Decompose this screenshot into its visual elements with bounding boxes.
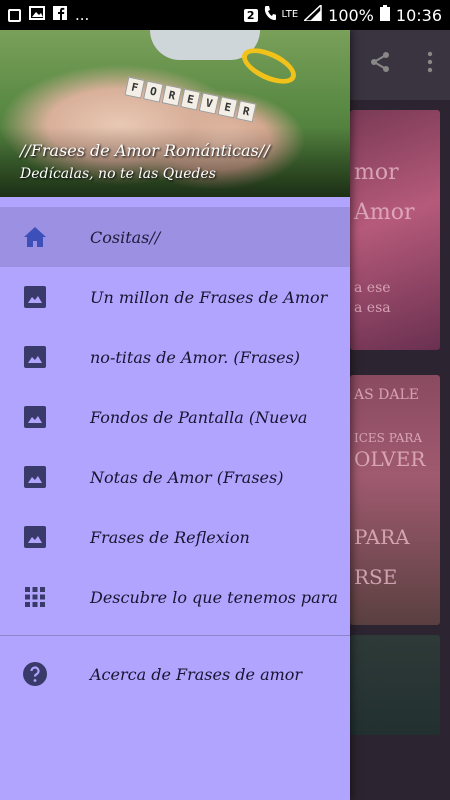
signal-icon xyxy=(302,3,322,25)
share-icon xyxy=(368,50,392,80)
facebook-notification-icon xyxy=(53,6,67,24)
battery-level: 100% xyxy=(328,5,374,25)
menu-item-label: Descubre lo que tenemos para xyxy=(90,587,338,607)
network-type: LTE xyxy=(281,9,299,20)
clock: 10:36 xyxy=(395,5,442,25)
menu-divider xyxy=(0,635,350,636)
more-notifications-text: ... xyxy=(75,6,90,24)
letter-tile: E xyxy=(217,96,238,119)
background-app: mor Amor a ese a esa AS DALE ICES PARA O… xyxy=(350,30,450,800)
help-circle-icon xyxy=(22,661,48,687)
card-text: AS DALE xyxy=(354,387,420,403)
letter-tile: R xyxy=(235,100,257,123)
drawer-header-image: F O R E V E R //Frases de Amor Romántica… xyxy=(0,30,350,197)
letter-tile: F xyxy=(124,76,146,99)
phone-icon xyxy=(264,5,277,25)
menu-item-no-titas-de-amor[interactable]: no-titas de Amor. (Frases) xyxy=(0,327,350,387)
notification-app-icon xyxy=(8,8,21,22)
background-card: AS DALE ICES PARA OLVER PARA RSE xyxy=(350,375,440,625)
drawer-menu: Cositas// Un millon de Frases de Amor no… xyxy=(0,207,350,704)
menu-item-frases-de-reflexion[interactable]: Frases de Reflexion xyxy=(0,507,350,567)
image-icon xyxy=(22,404,48,430)
letter-tile: E xyxy=(180,88,201,111)
menu-item-label: Un millon de Frases de Amor xyxy=(90,287,328,307)
menu-item-cositas[interactable]: Cositas// xyxy=(0,207,350,267)
menu-item-un-millon-de-frases[interactable]: Un millon de Frases de Amor xyxy=(0,267,350,327)
menu-item-descubre[interactable]: Descubre lo que tenemos para xyxy=(0,567,350,627)
card-text: mor xyxy=(354,160,399,185)
drawer-subtitle: Dedícalas, no te las Quedes xyxy=(20,166,216,182)
menu-item-label: Acerca de Frases de amor xyxy=(90,664,303,684)
card-text: PARA xyxy=(354,525,410,549)
menu-item-label: Cositas// xyxy=(90,227,161,247)
background-card xyxy=(350,635,440,735)
menu-item-acerca-de[interactable]: Acerca de Frases de amor xyxy=(0,644,350,704)
background-toolbar xyxy=(350,30,450,100)
navigation-drawer: F O R E V E R //Frases de Amor Romántica… xyxy=(0,30,350,800)
image-icon xyxy=(22,524,48,550)
menu-item-notas-de-amor[interactable]: Notas de Amor (Frases) xyxy=(0,447,350,507)
menu-item-label: no-titas de Amor. (Frases) xyxy=(90,347,301,367)
battery-icon xyxy=(379,5,390,25)
overflow-menu-icon xyxy=(427,51,433,79)
menu-item-label: Frases de Reflexion xyxy=(90,527,250,547)
image-icon xyxy=(22,344,48,370)
home-icon xyxy=(22,224,48,250)
image-icon xyxy=(22,284,48,310)
card-text: ICES PARA xyxy=(354,431,423,445)
card-text: a esa xyxy=(354,300,391,316)
card-text: OLVER xyxy=(354,447,426,471)
menu-item-label: Fondos de Pantalla (Nueva xyxy=(90,407,308,427)
card-text: a ese xyxy=(354,280,391,296)
card-text: RSE xyxy=(354,565,398,589)
menu-item-fondos-de-pantalla[interactable]: Fondos de Pantalla (Nueva xyxy=(0,387,350,447)
menu-item-label: Notas de Amor (Frases) xyxy=(90,467,284,487)
gallery-notification-icon xyxy=(29,6,45,24)
sim-badge: 2 xyxy=(243,8,258,22)
header-shade xyxy=(0,127,350,197)
header-wristband xyxy=(236,41,302,91)
letter-tile: V xyxy=(198,92,220,115)
letter-tile: R xyxy=(161,84,183,107)
drawer-title: //Frases de Amor Románticas// xyxy=(20,141,270,160)
apps-grid-icon xyxy=(22,584,48,610)
letter-tile: O xyxy=(143,80,164,103)
forever-tiles: F O R E V E R xyxy=(124,76,257,123)
status-bar: ... 2 LTE 100% 10:36 xyxy=(0,0,450,30)
image-icon xyxy=(22,464,48,490)
background-card: mor Amor a ese a esa xyxy=(350,110,440,350)
card-text: Amor xyxy=(354,200,415,225)
